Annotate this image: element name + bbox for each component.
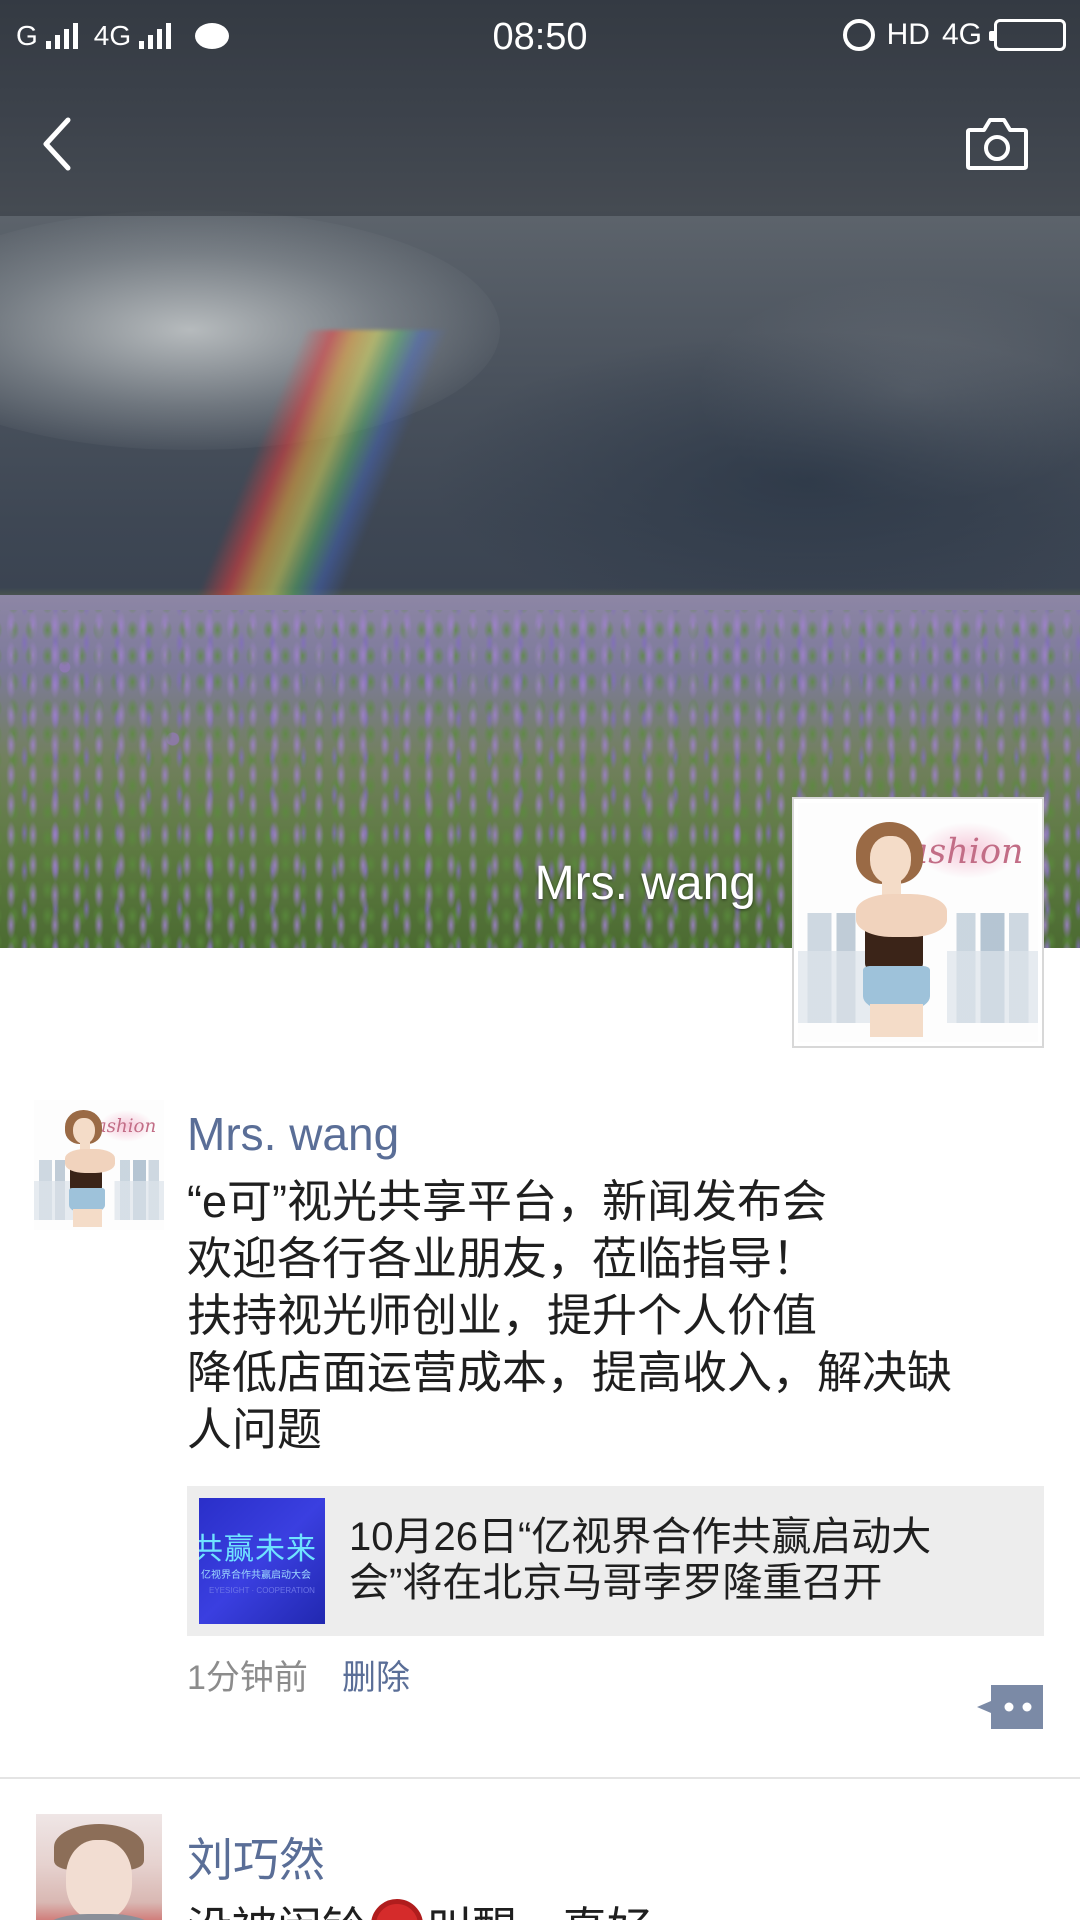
shared-link-card[interactable]: 共赢未来 亿视界合作共赢启动大会 EYESIGHT · COOPERATION … (187, 1486, 1044, 1636)
fashion-illustration: Fashion (798, 803, 1038, 1042)
thumbnail-subtitle: 亿视界合作共赢启动大会 (201, 1570, 311, 1581)
comment-button[interactable] (977, 1685, 1043, 1729)
alarm-icon (842, 19, 875, 51)
avatar[interactable] (36, 1814, 162, 1920)
camera-button[interactable] (962, 114, 1032, 174)
link-title-line: 会”将在北京马哥孛罗隆重召开 (349, 1561, 883, 1605)
link-thumbnail: 共赢未来 亿视界合作共赢启动大会 EYESIGHT · COOPERATION (199, 1498, 325, 1624)
post-text-line: “e可”视光共享平台，新闻发布会 (187, 1176, 827, 1227)
comment-dots-icon (977, 1685, 1043, 1729)
post-text-line: 降低店面运营成本，提高收入，解决缺 (187, 1347, 953, 1398)
delete-link[interactable]: 删除 (342, 1650, 410, 1699)
link-title-line: 10月26日“亿视界合作共赢启动大 (349, 1515, 932, 1559)
camera-icon (966, 118, 1028, 170)
battery-icon (989, 19, 1066, 51)
post-author[interactable]: Mrs. wang (187, 1107, 399, 1161)
post-text-part: 叫醒，真好 (427, 1892, 652, 1920)
profile-name[interactable]: Mrs. wang (400, 856, 756, 911)
back-button[interactable] (30, 106, 90, 182)
status-bar: G 4G 08:50 HD 4G (0, 0, 1080, 76)
post-text-part: 没被闹铃 (187, 1892, 367, 1920)
thumbnail-title: 共赢未来 (199, 1533, 317, 1566)
post-text: “e可”视光共享平台，新闻发布会 欢迎各行各业朋友，莅临指导！ 扶持视光师创业，… (187, 1173, 1027, 1458)
chevron-left-icon (43, 117, 71, 171)
status-icons: HD 4G (842, 18, 1066, 52)
post-author[interactable]: 刘巧然 (187, 1824, 325, 1890)
post-text: 没被闹铃 叫醒，真好 (187, 1892, 652, 1920)
post-text-line: 人问题 (187, 1404, 323, 1455)
profile-avatar[interactable]: Fashion (792, 797, 1044, 1048)
storm-cloud (430, 330, 1080, 630)
post-text-line: 扶持视光师创业，提升个人价值 (187, 1290, 818, 1341)
post-text-line: 欢迎各行各业朋友，莅临指导！ (187, 1233, 818, 1284)
thumbnail-small-text: EYESIGHT · COOPERATION (209, 1586, 315, 1595)
hd-label: HD (886, 18, 930, 51)
fashion-illustration: Fashion (34, 1100, 164, 1230)
link-title: 10月26日“亿视界合作共赢启动大 会”将在北京马哥孛罗隆重召开 (349, 1514, 1019, 1606)
alarm-clock-emoji-icon (371, 1898, 424, 1920)
post-timestamp: 1分钟前 (187, 1659, 308, 1697)
divider (0, 1777, 1080, 1779)
network-type-label: 4G (941, 18, 982, 51)
avatar[interactable]: Fashion (34, 1100, 164, 1230)
